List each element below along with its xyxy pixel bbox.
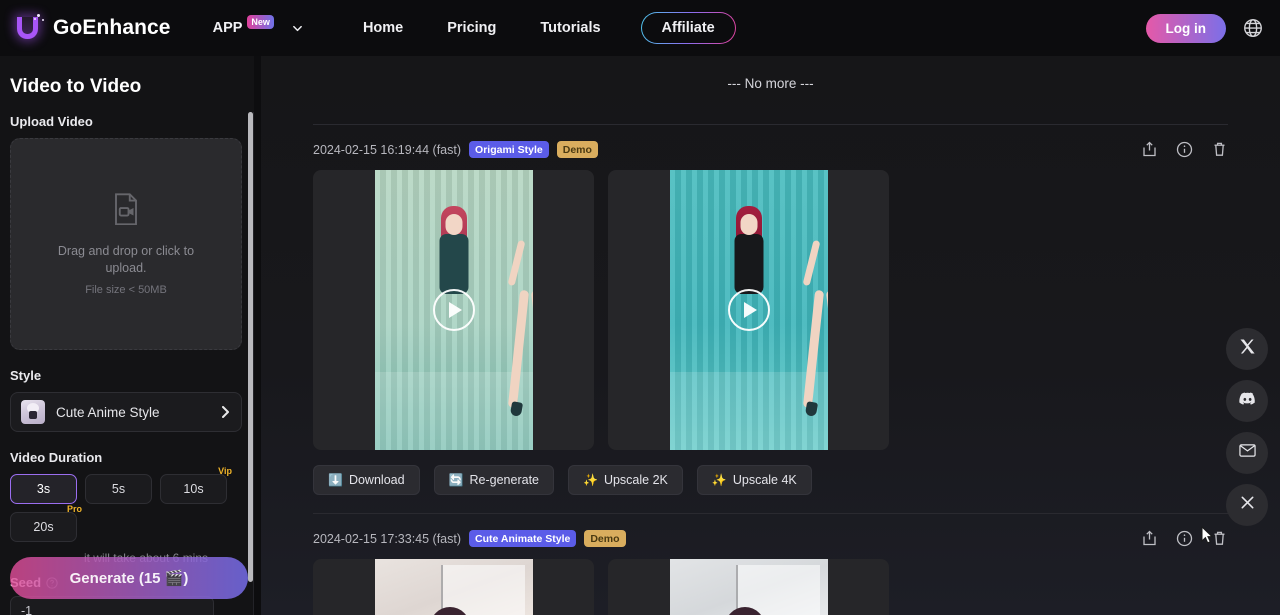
left-sidebar-panel: Video to Video Upload Video Drag and dro… bbox=[0, 56, 254, 615]
style-badge: Cute Animate Style bbox=[469, 530, 577, 547]
pro-tag: Pro bbox=[66, 504, 82, 514]
video-thumbnail-source[interactable] bbox=[608, 559, 889, 615]
nav-link-affiliate[interactable]: Affiliate bbox=[641, 12, 736, 44]
nav-link-pricing[interactable]: Pricing bbox=[425, 13, 518, 43]
join-discord-button[interactable] bbox=[1226, 380, 1268, 422]
brand-name: GoEnhance bbox=[53, 16, 171, 39]
anime-avatar-thumb bbox=[21, 400, 45, 424]
video-upload-dropzone[interactable]: Drag and drop or click to upload. File s… bbox=[10, 138, 242, 350]
info-icon[interactable] bbox=[1176, 530, 1193, 547]
result-timestamp: 2024-02-15 17:33:45 (fast) bbox=[313, 531, 462, 546]
generate-button[interactable]: Generate (15 🎬) bbox=[10, 557, 248, 599]
no-more-label: --- No more --- bbox=[727, 76, 814, 91]
upscale-2k-button[interactable]: ✨ Upscale 2K bbox=[568, 465, 683, 495]
result-card-header: 2024-02-15 16:19:44 (fast) Origami Style… bbox=[313, 125, 1228, 158]
video-duration-label: Video Duration bbox=[10, 450, 103, 465]
download-label: Download bbox=[348, 473, 405, 487]
selected-style-name: Cute Anime Style bbox=[56, 404, 160, 420]
share-x-button[interactable] bbox=[1226, 328, 1268, 370]
result-action-buttons: ⬇️ Download 🔄 Re-generate ✨ Upscale 2K ✨… bbox=[313, 465, 1228, 495]
duration-option-label: 3s bbox=[36, 482, 51, 496]
duration-option-20s[interactable]: 20s Pro bbox=[10, 504, 82, 542]
duration-option-10s[interactable]: 10s Vip bbox=[160, 466, 232, 504]
primary-nav-links: Home Pricing Tutorials Affiliate bbox=[341, 12, 736, 44]
login-button[interactable]: Log in bbox=[1145, 13, 1226, 43]
play-icon[interactable] bbox=[727, 289, 770, 331]
style-label: Style bbox=[10, 368, 42, 383]
result-card-header: 2024-02-15 17:33:45 (fast) Cute Animate … bbox=[313, 514, 1228, 547]
contact-email-button[interactable] bbox=[1226, 432, 1268, 474]
nav-link-tutorials[interactable]: Tutorials bbox=[518, 13, 622, 43]
dropzone-hint: Drag and drop or click to upload. bbox=[57, 243, 195, 275]
play-icon[interactable] bbox=[432, 289, 475, 331]
duration-options: 3s 5s 10s Vip 20s Pro bbox=[10, 466, 242, 542]
new-badge: New bbox=[247, 15, 274, 29]
video-frame bbox=[669, 559, 828, 615]
re-generate-button[interactable]: 🔄 Re-generate bbox=[433, 465, 554, 495]
app-menu-trigger[interactable]: APP New bbox=[212, 15, 303, 36]
brand-logo[interactable]: GoEnhance bbox=[0, 13, 171, 43]
result-card: 2024-02-15 17:33:45 (fast) Cute Animate … bbox=[261, 514, 1280, 615]
download-icon: ⬇️ bbox=[328, 473, 343, 487]
floating-social-panel bbox=[1226, 328, 1268, 526]
video-frame bbox=[374, 559, 533, 615]
style-section: Style Cute Anime Style bbox=[10, 368, 242, 432]
close-floating-panel-button[interactable] bbox=[1226, 484, 1268, 526]
nav-link-home[interactable]: Home bbox=[341, 13, 425, 43]
video-thumbnail-output[interactable] bbox=[313, 170, 594, 450]
video-file-icon bbox=[111, 192, 141, 227]
upscale-4k-label: Upscale 4K bbox=[732, 473, 797, 487]
goenhance-u-logo-icon bbox=[14, 13, 44, 43]
duration-option-5s[interactable]: 5s bbox=[85, 474, 152, 504]
dropzone-size-limit: File size < 50MB bbox=[85, 283, 167, 296]
nav-right-group: Log in bbox=[1145, 13, 1280, 43]
sparkles-icon: ✨ bbox=[711, 473, 727, 487]
video-thumbnail-output[interactable] bbox=[313, 559, 594, 615]
download-button[interactable]: ⬇️ Download bbox=[313, 465, 420, 495]
share-icon[interactable] bbox=[1141, 141, 1158, 158]
close-icon bbox=[1239, 494, 1256, 516]
share-icon[interactable] bbox=[1141, 530, 1158, 547]
mouse-cursor bbox=[1200, 525, 1216, 546]
vip-tag: Vip bbox=[218, 466, 232, 476]
duration-option-label: 20s bbox=[33, 520, 54, 534]
duration-section: Video Duration 3s 5s 10s Vip 20s Pro it … bbox=[10, 450, 242, 565]
style-badge: Origami Style bbox=[469, 141, 549, 158]
video-thumbnail-source[interactable] bbox=[608, 170, 889, 450]
mail-icon bbox=[1238, 442, 1256, 464]
demo-badge: Demo bbox=[584, 530, 626, 547]
result-timestamp: 2024-02-15 16:19:44 (fast) bbox=[313, 142, 462, 157]
upscale-4k-button[interactable]: ✨ Upscale 4K bbox=[696, 465, 812, 495]
upload-video-label: Upload Video bbox=[10, 114, 93, 129]
style-selector[interactable]: Cute Anime Style bbox=[10, 392, 242, 432]
demo-badge: Demo bbox=[556, 141, 598, 158]
duration-option-3s[interactable]: 3s bbox=[10, 474, 77, 504]
result-video-pair bbox=[313, 170, 1228, 450]
top-navigation-bar: GoEnhance APP New Home Pricing Tutorials… bbox=[0, 0, 1280, 56]
duration-option-label: 5s bbox=[111, 482, 126, 496]
x-twitter-icon bbox=[1239, 338, 1256, 360]
page-title: Video to Video bbox=[10, 76, 142, 97]
chevron-right-icon bbox=[221, 405, 231, 419]
info-icon[interactable] bbox=[1176, 141, 1193, 158]
sparkles-icon: ✨ bbox=[583, 473, 598, 487]
re-generate-label: Re-generate bbox=[469, 473, 540, 487]
app-menu-label: APP bbox=[212, 20, 243, 36]
discord-icon bbox=[1238, 390, 1256, 412]
app-root: GoEnhance APP New Home Pricing Tutorials… bbox=[0, 0, 1280, 615]
result-card-actions bbox=[1141, 141, 1228, 158]
upscale-2k-label: Upscale 2K bbox=[603, 473, 668, 487]
result-video-pair bbox=[313, 559, 1228, 615]
chevron-down-icon bbox=[292, 23, 303, 34]
duration-option-label: 10s bbox=[183, 482, 204, 496]
main-results-panel: --- No more --- 2024-02-15 16:19:44 (fas… bbox=[261, 56, 1280, 615]
sidebar-divider bbox=[253, 112, 254, 615]
trash-icon[interactable] bbox=[1211, 141, 1228, 158]
globe-icon[interactable] bbox=[1242, 17, 1264, 39]
result-card: 2024-02-15 16:19:44 (fast) Origami Style… bbox=[261, 125, 1280, 495]
refresh-icon: 🔄 bbox=[448, 473, 464, 487]
